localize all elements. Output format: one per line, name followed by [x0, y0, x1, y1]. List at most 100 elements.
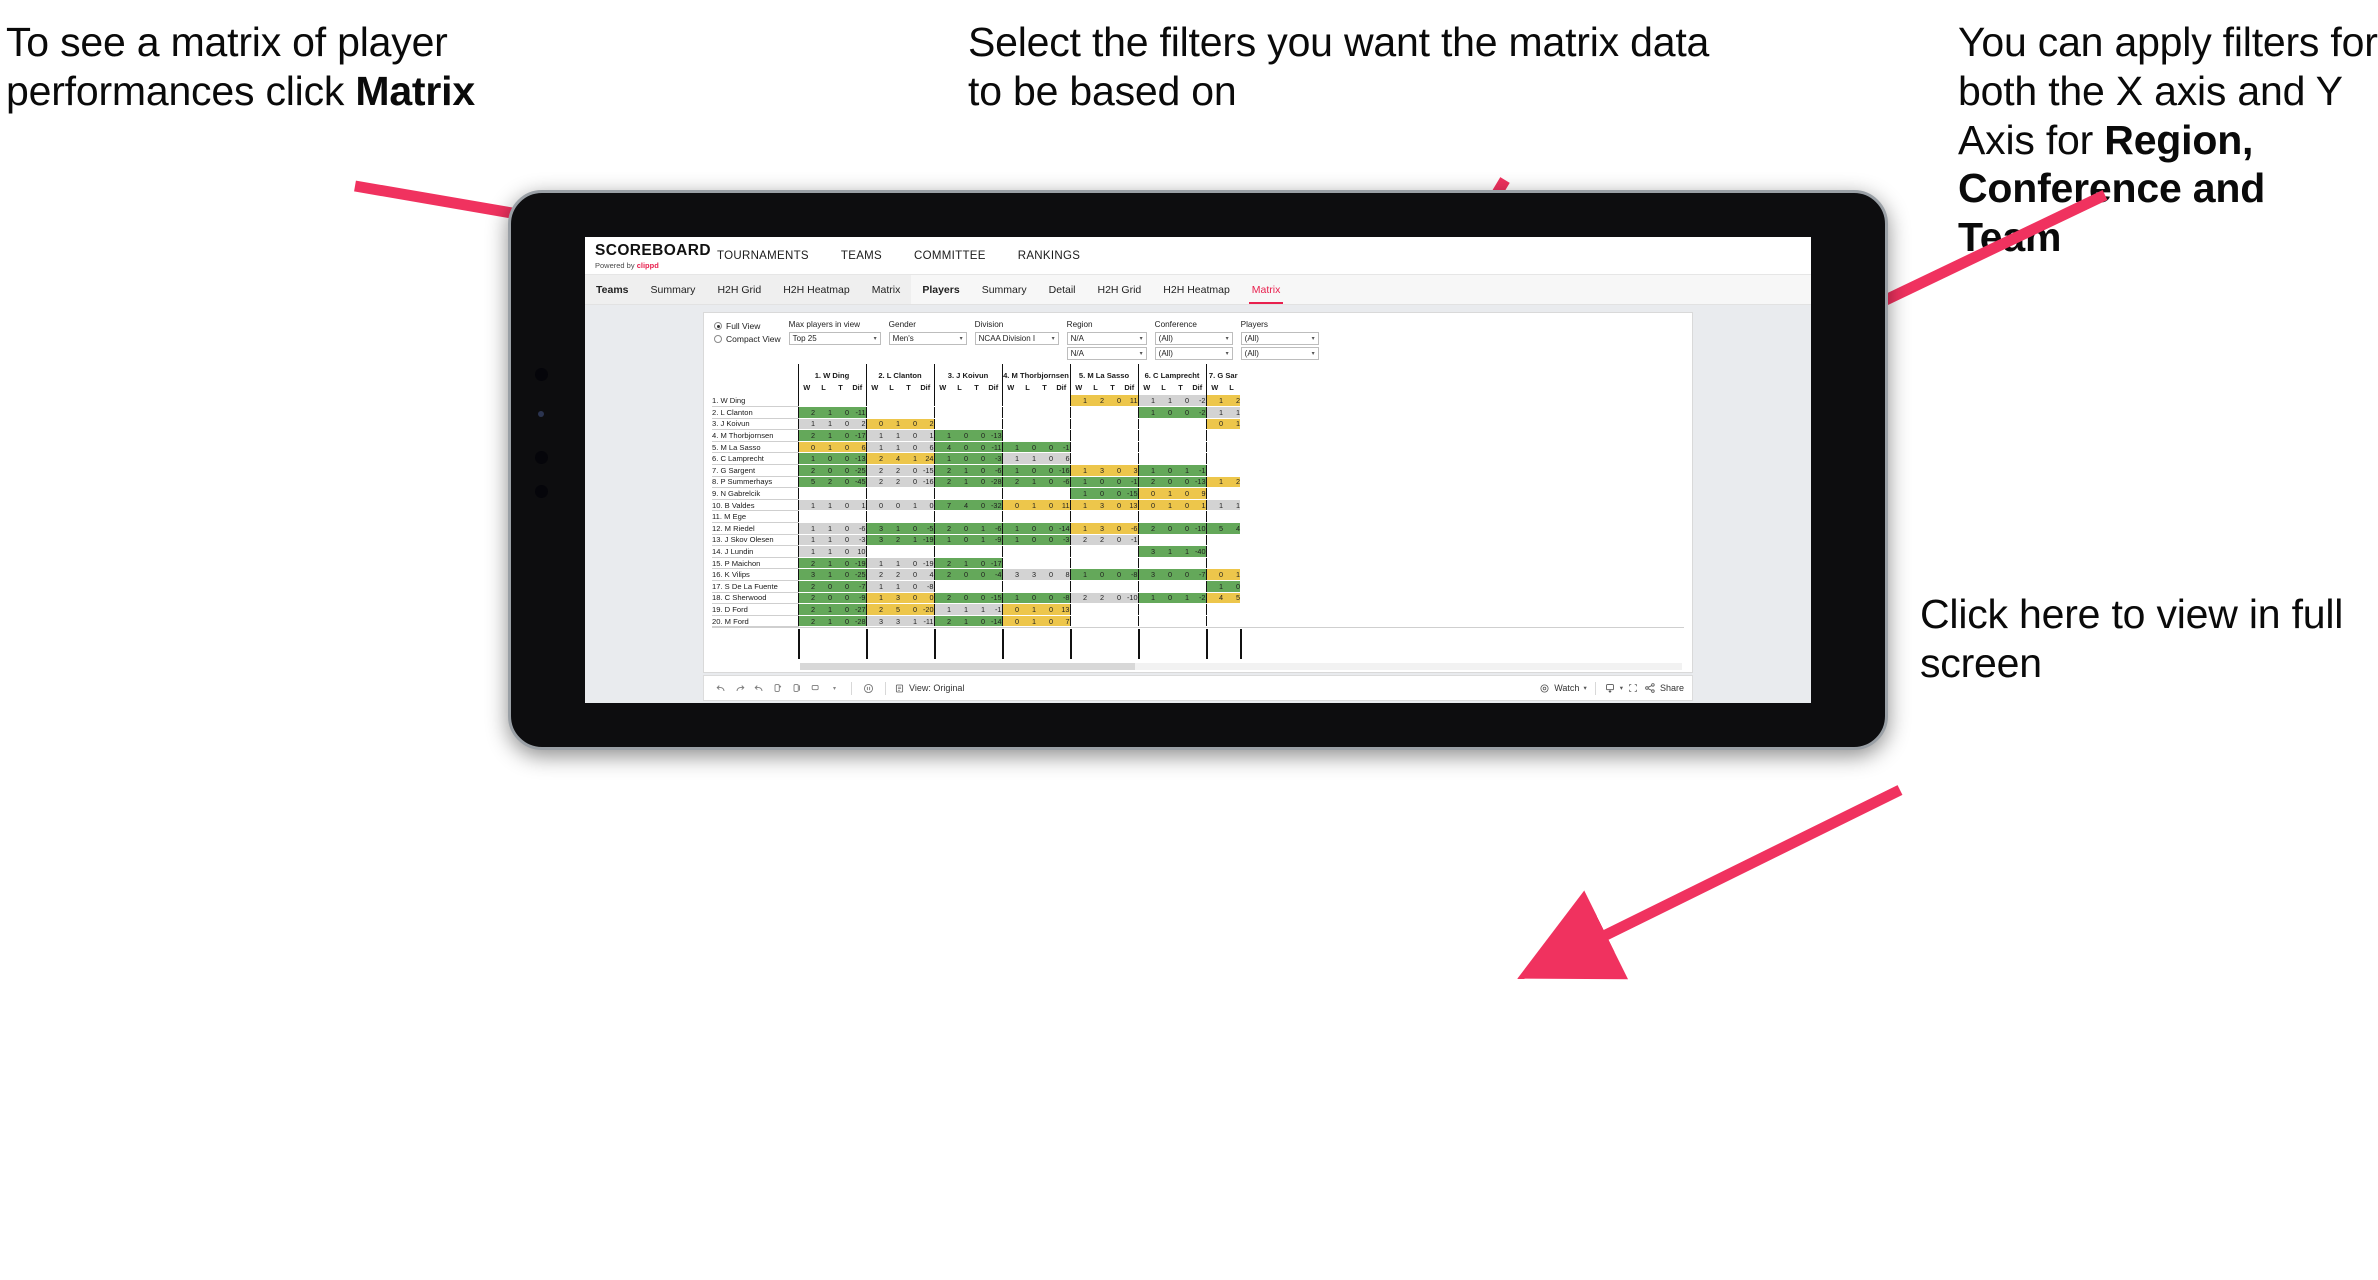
matrix-cell[interactable]: -19 — [849, 557, 866, 570]
matrix-cell[interactable] — [1019, 418, 1036, 431]
matrix-cell[interactable]: 0 — [900, 476, 917, 489]
matrix-cell[interactable]: 0 — [1205, 568, 1223, 581]
matrix-cell[interactable]: 0 — [968, 592, 985, 605]
matrix-cell[interactable]: 13 — [1053, 603, 1070, 616]
matrix-cell[interactable]: 3 — [865, 534, 883, 547]
matrix-cell[interactable]: 0 — [1137, 499, 1155, 512]
matrix-cell[interactable]: 1 — [900, 534, 917, 547]
matrix-cell[interactable]: 1 — [797, 499, 815, 512]
matrix-cell[interactable] — [985, 418, 1002, 431]
matrix-cell[interactable]: -1 — [1189, 464, 1206, 477]
matrix-cell[interactable] — [1019, 395, 1036, 408]
matrix-cell[interactable]: 2 — [865, 603, 883, 616]
matrix-cell[interactable]: 3 — [1001, 568, 1019, 581]
matrix-cell[interactable]: 1 — [1001, 464, 1019, 477]
matrix-cell[interactable]: 2 — [1001, 476, 1019, 489]
matrix-cell[interactable]: -45 — [849, 476, 866, 489]
presentation-icon[interactable] — [807, 680, 824, 697]
matrix-cell[interactable]: 0 — [883, 499, 900, 512]
matrix-cell[interactable] — [1121, 429, 1138, 442]
matrix-cell[interactable]: 1 — [883, 441, 900, 454]
matrix-cell[interactable] — [1019, 557, 1036, 570]
matrix-cell[interactable] — [900, 406, 917, 419]
horizontal-scrollbar[interactable] — [800, 663, 1682, 670]
matrix-cell[interactable]: 2 — [1137, 476, 1155, 489]
matrix-cell[interactable] — [1104, 545, 1121, 558]
matrix-cell[interactable]: 2 — [865, 568, 883, 581]
matrix-cell[interactable]: 1 — [1069, 568, 1087, 581]
matrix-cell[interactable]: 0 — [968, 476, 985, 489]
matrix-cell[interactable] — [849, 487, 866, 500]
matrix-cell[interactable]: 1 — [797, 452, 815, 466]
matrix-cell[interactable]: -3 — [985, 452, 1002, 466]
matrix-cell[interactable]: 0 — [1001, 603, 1019, 616]
matrix-cell[interactable] — [1087, 545, 1104, 558]
matrix-cell[interactable] — [1223, 452, 1240, 466]
matrix-cell[interactable]: 0 — [1172, 395, 1189, 408]
matrix-cell[interactable]: 0 — [1036, 476, 1053, 489]
matrix-cell[interactable] — [1189, 557, 1206, 570]
matrix-cell[interactable] — [1019, 406, 1036, 419]
matrix-cell[interactable]: 1 — [815, 568, 832, 581]
filter-select[interactable]: N/A ▾ — [1066, 347, 1147, 360]
matrix-cell[interactable] — [985, 545, 1002, 558]
matrix-cell[interactable] — [1155, 441, 1172, 454]
matrix-cell[interactable]: -17 — [985, 557, 1002, 570]
tab-players-detail[interactable]: Detail — [1038, 275, 1087, 304]
matrix-cell[interactable] — [1019, 580, 1036, 593]
matrix-cell[interactable]: 0 — [900, 418, 917, 431]
matrix-cell[interactable]: 1 — [1001, 441, 1019, 454]
chevron-down-icon[interactable]: ▾ — [826, 680, 843, 697]
matrix-cell[interactable] — [1001, 557, 1019, 570]
matrix-cell[interactable] — [1001, 580, 1019, 593]
matrix-cell[interactable]: 0 — [968, 429, 985, 442]
matrix-cell[interactable]: 1 — [815, 557, 832, 570]
matrix-cell[interactable]: 0 — [1087, 568, 1104, 581]
matrix-cell[interactable]: -6 — [985, 464, 1002, 477]
matrix-cell[interactable]: 1 — [1069, 487, 1087, 500]
matrix-cell[interactable]: 1 — [1069, 395, 1087, 408]
matrix-cell[interactable]: 1 — [815, 603, 832, 616]
matrix-cell[interactable]: 0 — [832, 557, 849, 570]
view-original-button[interactable]: View: Original — [894, 683, 964, 694]
matrix-cell[interactable]: 4 — [933, 441, 951, 454]
matrix-cell[interactable]: 24 — [917, 452, 934, 466]
matrix-cell[interactable]: 1 — [1069, 522, 1087, 535]
matrix-cell[interactable]: -11 — [985, 441, 1002, 454]
matrix-cell[interactable] — [883, 545, 900, 558]
matrix-cell[interactable] — [1087, 429, 1104, 442]
matrix-cell[interactable]: 0 — [832, 464, 849, 477]
revert-icon[interactable] — [750, 680, 767, 697]
matrix-cell[interactable] — [1189, 615, 1206, 628]
matrix-cell[interactable]: 0 — [1036, 499, 1053, 512]
matrix-cell[interactable] — [1087, 557, 1104, 570]
matrix-cell[interactable]: 1 — [1069, 499, 1087, 512]
matrix-cell[interactable]: 1 — [951, 557, 968, 570]
matrix-cell[interactable] — [1172, 510, 1189, 524]
radio-full-view[interactable]: Full View — [714, 321, 781, 331]
matrix-cell[interactable] — [865, 510, 883, 524]
matrix-cell[interactable]: -2 — [1189, 592, 1206, 605]
matrix-cell[interactable]: 3 — [1087, 522, 1104, 535]
matrix-cell[interactable]: 2 — [933, 568, 951, 581]
matrix-cell[interactable] — [1205, 615, 1223, 628]
matrix-cell[interactable]: 0 — [1155, 464, 1172, 477]
matrix-cell[interactable] — [933, 418, 951, 431]
matrix-cell[interactable] — [1137, 603, 1155, 616]
matrix-cell[interactable] — [797, 487, 815, 500]
matrix-cell[interactable] — [1189, 452, 1206, 466]
matrix-cell[interactable] — [1205, 557, 1223, 570]
matrix-cell[interactable]: 0 — [1036, 592, 1053, 605]
matrix-cell[interactable]: -9 — [849, 592, 866, 605]
matrix-cell[interactable]: 0 — [832, 580, 849, 593]
matrix-cell[interactable]: 1 — [815, 441, 832, 454]
matrix-cell[interactable]: 0 — [951, 429, 968, 442]
pause-auto-update-icon[interactable] — [860, 680, 877, 697]
matrix-cell[interactable] — [933, 580, 951, 593]
matrix-cell[interactable]: 2 — [933, 522, 951, 535]
matrix-cell[interactable]: 6 — [917, 441, 934, 454]
matrix-cell[interactable]: -6 — [1053, 476, 1070, 489]
matrix-cell[interactable]: 1 — [1205, 406, 1223, 419]
tab-players[interactable]: Players — [911, 275, 970, 304]
matrix-cell[interactable] — [933, 545, 951, 558]
